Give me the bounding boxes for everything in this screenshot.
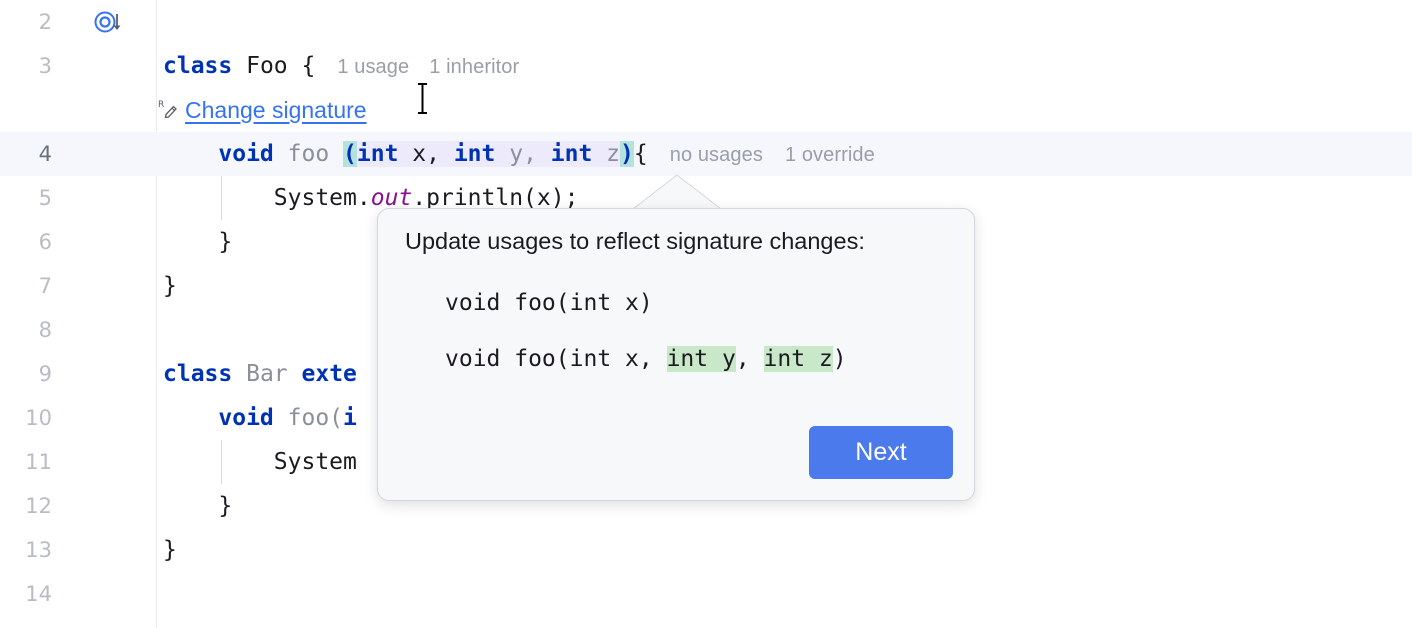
inlay-hint-overrides[interactable]: 1 override xyxy=(785,144,875,166)
line-number: 12 xyxy=(0,484,52,528)
refactor-icon: R xyxy=(158,98,180,120)
line-number: 6 xyxy=(0,220,52,264)
keyword-extends: exte xyxy=(302,361,357,387)
code-line-4: void foo (int x, int y, int z){no usages… xyxy=(163,132,875,177)
implemented-by-glyph xyxy=(92,10,126,36)
class-name-bar: Bar xyxy=(232,361,301,387)
param-type-int-2: int xyxy=(454,141,496,167)
signature-old: void foo(int x) xyxy=(445,290,653,316)
signature-old-text: void foo(int x) xyxy=(445,290,653,316)
change-signature-link[interactable]: R Change signature xyxy=(158,88,367,132)
keyword-class-9: class xyxy=(163,361,232,387)
editor-row: 14 xyxy=(0,572,1412,616)
inlay-hint-usages[interactable]: 1 usage xyxy=(337,56,409,78)
println-prefix: System. xyxy=(163,185,371,211)
refactor-glyph: R xyxy=(158,98,180,120)
line-number: 13 xyxy=(0,528,52,572)
keyword-void-10: void xyxy=(218,405,273,431)
inlay-hint-no-usages[interactable]: no usages xyxy=(670,144,763,166)
editor-row: 2 xyxy=(0,0,1412,44)
line-number: 14 xyxy=(0,572,52,616)
code-line-11: System xyxy=(163,440,357,484)
class-name-foo: Foo xyxy=(232,53,301,79)
keyword-void-4: void xyxy=(218,141,273,167)
editor-row: 13 xyxy=(0,528,1412,572)
open-brace: { xyxy=(302,53,316,79)
line-number: 11 xyxy=(0,440,52,484)
param-name-z: z xyxy=(592,141,620,167)
signature-new: void foo(int x, int y, int z) xyxy=(445,346,847,372)
param-type-int-3: int xyxy=(551,141,593,167)
code-line-7: } xyxy=(163,264,177,308)
indent-4 xyxy=(163,141,218,167)
popup-tail-glyph xyxy=(633,172,723,210)
change-signature-label[interactable]: Change signature xyxy=(185,97,367,124)
param-name-y: y, xyxy=(495,141,550,167)
method-name-foo-4: foo xyxy=(274,141,343,167)
signature-new-suffix: ) xyxy=(833,346,847,372)
ibeam-glyph xyxy=(415,82,430,115)
indent-10 xyxy=(163,405,218,431)
method-name-foo-10: foo( xyxy=(274,405,343,431)
popup-title: Update usages to reflect signature chang… xyxy=(405,228,865,255)
next-button[interactable]: Next xyxy=(809,426,953,479)
keyword-class: class xyxy=(163,53,232,79)
line-number: 4 xyxy=(0,132,52,176)
param-type-int-10: i xyxy=(343,405,357,431)
code-line-9: class Bar exte xyxy=(163,352,357,396)
line-number: 5 xyxy=(0,176,52,220)
line-number: 9 xyxy=(0,352,52,396)
signature-new-separator: , xyxy=(736,346,764,372)
signature-added-param-y: int y xyxy=(667,346,736,372)
param-name-x: x, xyxy=(398,141,453,167)
update-usages-popup[interactable]: Update usages to reflect signature chang… xyxy=(377,208,975,501)
mouse-cursor-ibeam xyxy=(415,82,430,115)
highlighted-close-paren: ) xyxy=(620,141,634,167)
implemented-by-icon[interactable] xyxy=(92,10,126,36)
line-number: 10 xyxy=(0,396,52,440)
code-line-3: class Foo {1 usage 1 inheritor xyxy=(163,44,519,89)
line-number: 7 xyxy=(0,264,52,308)
popup-tail xyxy=(633,172,723,210)
code-line-12: } xyxy=(163,484,232,528)
code-line-6: } xyxy=(163,220,232,264)
code-line-10: void foo(i xyxy=(163,396,357,440)
svg-text:R: R xyxy=(158,100,164,110)
highlighted-open-paren: ( xyxy=(343,141,357,167)
line-number: 2 xyxy=(0,0,52,44)
code-line-13: } xyxy=(163,528,177,572)
inlay-hint-inheritors[interactable]: 1 inheritor xyxy=(429,56,519,78)
signature-added-param-z: int z xyxy=(764,346,833,372)
method-open-brace: { xyxy=(634,141,648,167)
signature-new-prefix: void foo(int x, xyxy=(445,346,667,372)
line-number: 8 xyxy=(0,308,52,352)
param-type-int-1: int xyxy=(357,141,399,167)
line-number: 3 xyxy=(0,44,52,88)
